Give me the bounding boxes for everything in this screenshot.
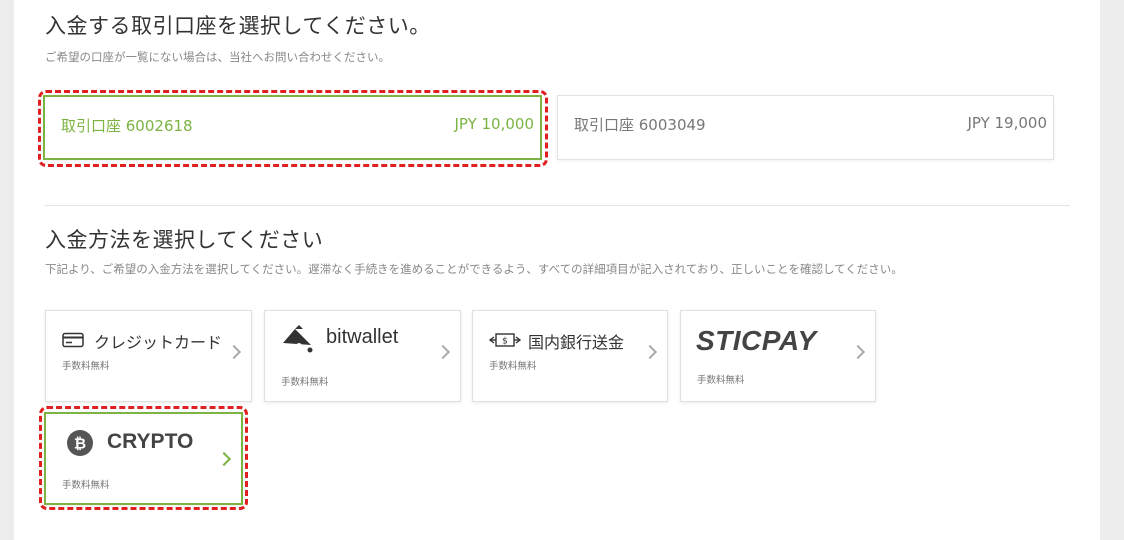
chevron-right-icon <box>435 344 451 360</box>
method-label: 国内銀行送金 <box>528 333 625 352</box>
method-section-title: 入金方法を選択してください <box>45 228 324 252</box>
fee-note: 手数料無料 <box>62 361 110 372</box>
method-label: クレジットカード <box>94 333 223 352</box>
chevron-right-icon <box>226 344 242 360</box>
fee-note: 手数料無料 <box>489 361 537 372</box>
sticpay-logo: STICPAY <box>696 325 817 356</box>
chevron-right-icon <box>642 344 658 360</box>
method-card-sticpay[interactable]: STICPAY 手数料無料 <box>680 310 876 402</box>
account-section-title: 入金する取引口座を選択してください。 <box>45 14 431 38</box>
fee-note: 手数料無料 <box>697 375 745 386</box>
account-section-subtitle: ご希望の口座が一覧にない場合は、当社へお問い合わせください。 <box>45 50 390 64</box>
credit-card-icon <box>62 332 84 352</box>
method-card-credit-card[interactable]: クレジットカード 手数料無料 <box>45 310 252 402</box>
method-section-subtitle: 下記より、ご希望の入金方法を選択してください。遅滞なく手続きを進めることができる… <box>45 262 903 276</box>
highlight-outline-crypto <box>39 406 248 510</box>
section-divider <box>45 205 1070 206</box>
account-name: 取引口座 6003049 <box>574 116 706 134</box>
method-card-bank-transfer[interactable]: $ 国内銀行送金 手数料無料 <box>472 310 668 402</box>
fee-note: 手数料無料 <box>281 377 329 388</box>
method-label: bitwallet <box>326 326 399 348</box>
bitwallet-logo-icon <box>281 325 315 357</box>
account-balance: JPY 19,000 <box>967 114 1047 132</box>
highlight-outline-account <box>38 90 548 167</box>
method-card-bitwallet[interactable]: bitwallet 手数料無料 <box>264 310 461 402</box>
bank-transfer-icon: $ <box>488 332 522 352</box>
account-card-6003049[interactable]: 取引口座 6003049 JPY 19,000 <box>557 95 1054 160</box>
chevron-right-icon <box>850 344 866 360</box>
svg-text:$: $ <box>502 337 508 347</box>
